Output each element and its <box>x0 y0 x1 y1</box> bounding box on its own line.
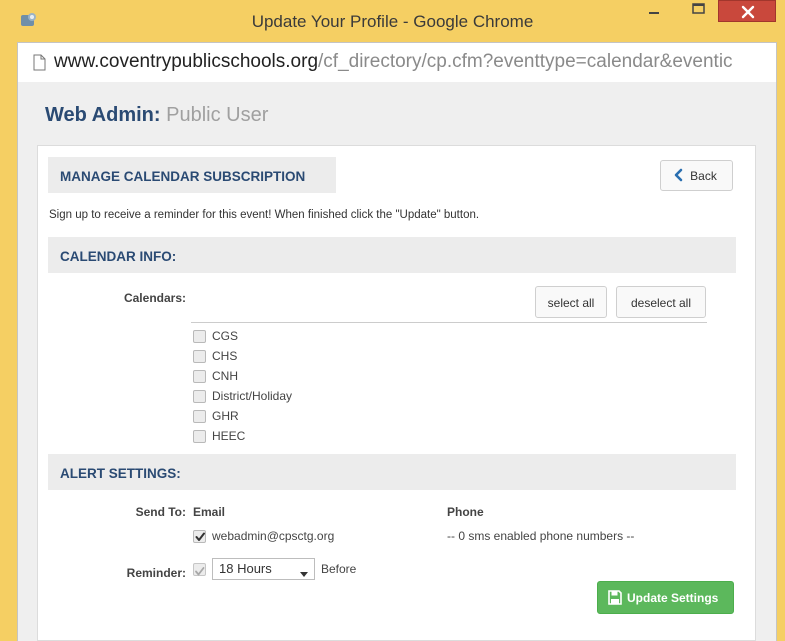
calendar-item-cgs[interactable]: CGS <box>193 326 393 346</box>
reminder-label: Reminder: <box>126 566 186 580</box>
calendar-item-label: CNH <box>212 369 238 383</box>
minimize-icon <box>649 12 659 14</box>
email-column-header: Email <box>193 505 226 519</box>
divider <box>191 322 707 323</box>
url-path: /cf_directory/cp.cfm?eventtype=calendar&… <box>318 51 733 72</box>
browser-window: Update Your Profile - Google Chrome www.… <box>0 0 785 641</box>
page-title-sub: Public User <box>160 104 269 126</box>
minimize-button[interactable] <box>640 0 668 22</box>
calendar-item-heec[interactable]: HEEC <box>193 426 393 446</box>
calendar-checkbox[interactable] <box>193 390 206 403</box>
deselect-all-button[interactable]: deselect all <box>616 286 706 318</box>
back-button-label: Back <box>690 169 717 183</box>
calendar-list: CGS CHS CNH District/Holiday GHR HEEC <box>193 326 393 446</box>
calendar-item-cnh[interactable]: CNH <box>193 366 393 386</box>
url-host: www.coventrypublicschools.org <box>54 51 319 72</box>
calendar-checkbox[interactable] <box>193 370 206 383</box>
calendar-item-chs[interactable]: CHS <box>193 346 393 366</box>
email-address: webadmin@cpsctg.org <box>212 529 335 543</box>
page-title-separator: : <box>153 104 161 126</box>
page-title-main: Web Admin <box>45 104 154 126</box>
calendar-checkbox[interactable] <box>193 430 206 443</box>
page-icon <box>33 54 46 71</box>
subscription-panel: MANAGE CALENDAR SUBSCRIPTION Back Sign u… <box>37 145 756 641</box>
calendars-label: Calendars: <box>123 291 186 305</box>
calendar-checkbox[interactable] <box>193 330 206 343</box>
close-button[interactable] <box>718 0 776 22</box>
reminder-select[interactable]: 18 Hours <box>212 558 315 580</box>
url-text[interactable]: www.coventrypublicschools.org/cf_directo… <box>54 51 770 73</box>
checkmark-icon <box>195 567 205 576</box>
floppy-disk-icon <box>608 590 622 605</box>
phone-note: -- 0 sms enabled phone numbers -- <box>447 529 635 543</box>
email-checkbox[interactable] <box>193 530 206 543</box>
address-bar[interactable]: www.coventrypublicschools.org/cf_directo… <box>17 42 777 82</box>
calendar-item-label: CHS <box>212 349 238 363</box>
before-label: Before <box>321 562 357 576</box>
reminder-select-value: 18 Hours <box>219 561 272 576</box>
page-title: Web Admin: Public User <box>45 104 268 127</box>
caret-down-icon <box>300 566 308 577</box>
chevron-left-icon <box>673 168 685 182</box>
calendar-item-label: GHR <box>212 409 239 423</box>
update-settings-label: Update Settings <box>627 591 719 605</box>
alert-settings-header: ALERT SETTINGS: <box>48 454 736 490</box>
send-to-label: Send To: <box>135 505 186 519</box>
calendar-checkbox[interactable] <box>193 410 206 423</box>
select-all-button[interactable]: select all <box>535 286 607 318</box>
calendar-item-label: District/Holiday <box>212 389 293 403</box>
maximize-button[interactable] <box>684 0 714 22</box>
maximize-icon <box>692 3 705 14</box>
calendar-item-district-holiday[interactable]: District/Holiday <box>193 386 393 406</box>
calendar-info-header: CALENDAR INFO: <box>48 237 736 273</box>
reminder-checkbox <box>193 563 206 576</box>
calendar-item-label: HEEC <box>212 429 246 443</box>
calendar-item-label: CGS <box>212 329 239 343</box>
checkmark-icon <box>195 531 205 541</box>
close-icon <box>741 5 755 19</box>
intro-text: Sign up to receive a reminder for this e… <box>49 209 480 221</box>
manage-section-header: MANAGE CALENDAR SUBSCRIPTION <box>48 157 336 193</box>
calendar-item-ghr[interactable]: GHR <box>193 406 393 426</box>
back-button[interactable]: Back <box>660 160 733 191</box>
phone-column-header: Phone <box>447 505 484 519</box>
calendar-checkbox[interactable] <box>193 350 206 363</box>
update-settings-button[interactable]: Update Settings <box>597 581 734 614</box>
window-titlebar: Update Your Profile - Google Chrome <box>0 0 785 42</box>
page-content: Web Admin: Public User MANAGE CALENDAR S… <box>17 82 777 641</box>
